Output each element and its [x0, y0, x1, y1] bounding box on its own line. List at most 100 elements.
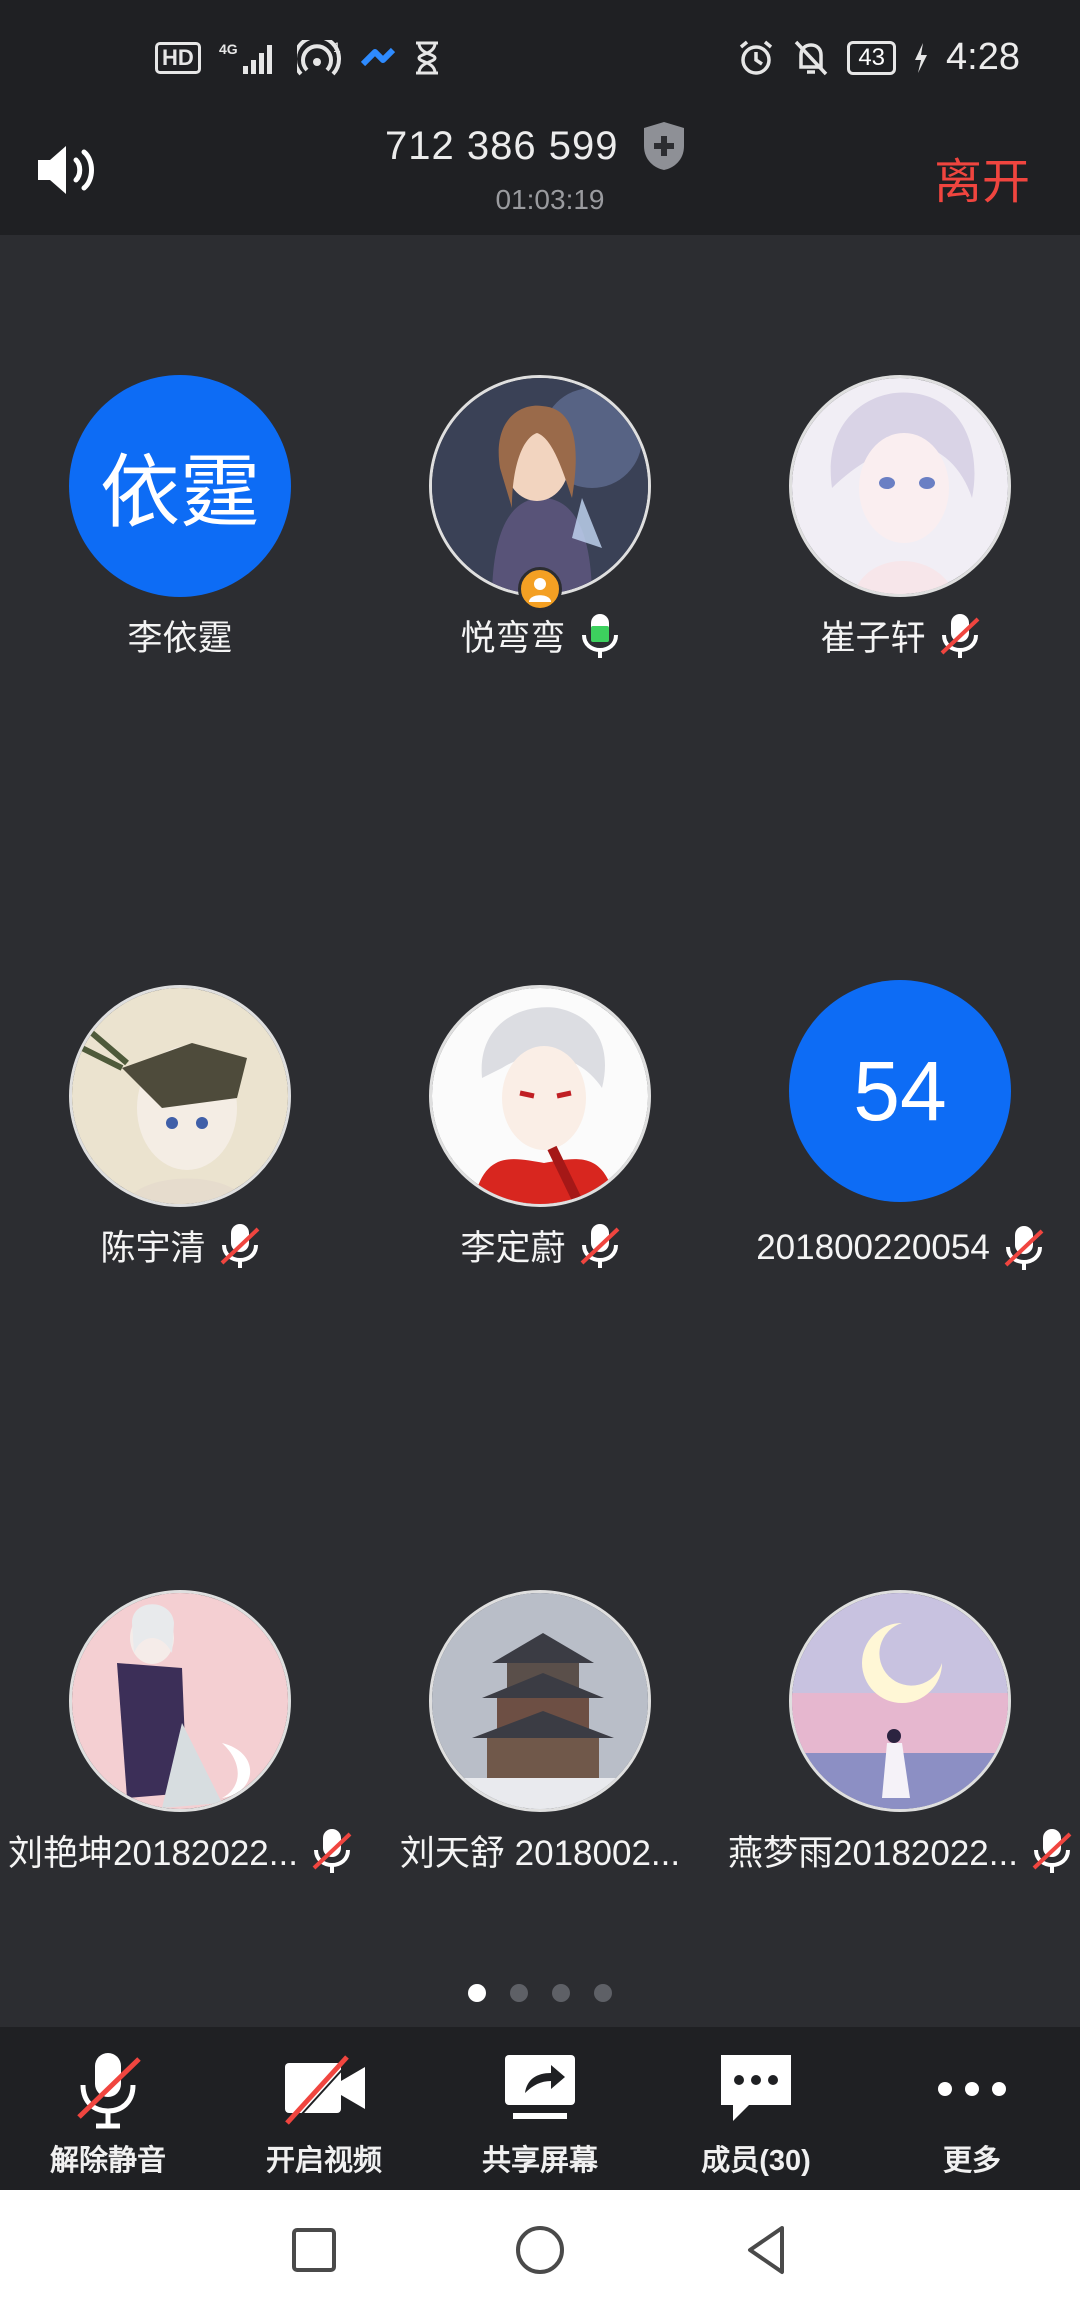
- avatar-image: [432, 378, 648, 594]
- recents-icon[interactable]: [286, 2222, 342, 2278]
- participant-name: 刘天舒 2018002...: [399, 1834, 681, 1873]
- participant-tile[interactable]: 刘天舒 2018002...: [360, 1450, 720, 1930]
- hd-icon: HD: [155, 42, 201, 74]
- avatar: [429, 1590, 651, 1812]
- participant-name-row: 刘艳坤20182022...: [0, 1825, 360, 1876]
- avatar-image: [792, 1593, 1008, 1809]
- participant-name-row: 陈宇清: [0, 1220, 360, 1271]
- participant-tile[interactable]: 刘艳坤20182022...: [0, 1450, 360, 1930]
- participant-name-row: 李定蔚: [360, 1220, 720, 1271]
- participant-tile[interactable]: 悦弯弯: [360, 235, 720, 715]
- more-label: 更多: [942, 2145, 1001, 2177]
- participant-tile[interactable]: 李定蔚: [360, 845, 720, 1325]
- avatar: [429, 985, 651, 1207]
- status-left: HD 4G 1: [155, 40, 441, 76]
- share-screen-button[interactable]: 共享屏幕: [432, 2027, 648, 2190]
- home-icon[interactable]: [512, 2222, 568, 2278]
- participant-name-row: 崔子轩: [720, 610, 1080, 661]
- mic-muted-icon: [77, 2053, 141, 2129]
- avatar: [429, 375, 651, 597]
- svg-text:4G: 4G: [219, 41, 238, 57]
- host-badge-icon: [518, 567, 562, 611]
- participant-tile[interactable]: 依霆 李依霆: [0, 235, 360, 715]
- leave-button[interactable]: 离开: [934, 142, 1030, 212]
- status-right: 43 4:28: [737, 36, 1020, 79]
- avatar: [69, 985, 291, 1207]
- clock: 4:28: [946, 36, 1020, 78]
- more-button[interactable]: 更多: [864, 2027, 1080, 2190]
- page-dot-1[interactable]: [468, 1984, 486, 2002]
- avatar-initials: 54: [853, 1043, 947, 1138]
- participant-name: 201800220054: [756, 1228, 990, 1267]
- meeting-duration: 01:03:19: [495, 184, 605, 215]
- page-dot-3[interactable]: [552, 1984, 570, 2002]
- svg-text:1: 1: [333, 40, 341, 55]
- participant-name-row: 燕梦雨20182022...: [720, 1825, 1080, 1876]
- meeting-id-group[interactable]: 712 386 599: [385, 120, 688, 172]
- participant-tile[interactable]: 54 201800220054: [720, 845, 1080, 1325]
- charging-icon: [915, 42, 928, 73]
- battery-icon: 43: [847, 40, 897, 75]
- alarm-icon: [740, 40, 773, 75]
- meeting-header: 712 386 599 01:03:19 离开: [0, 120, 1080, 235]
- participant-name: 崔子轩: [820, 619, 926, 658]
- page-dot-2[interactable]: [510, 1984, 528, 2002]
- mic-muted-icon: [312, 1828, 352, 1873]
- start-video-button[interactable]: 开启视频: [216, 2027, 432, 2190]
- members-chat-icon: [721, 2055, 791, 2121]
- mic-on-icon: [581, 613, 618, 658]
- status-bar: HD 4G 1 43 4:28: [0, 0, 1080, 120]
- page-indicator[interactable]: [0, 1984, 1080, 2002]
- mic-muted-icon: [1004, 1226, 1044, 1270]
- mic-muted-icon: [220, 1223, 259, 1268]
- avatar: [789, 375, 1011, 597]
- avatar: 依霆: [69, 375, 291, 597]
- start-video-label: 开启视频: [265, 2145, 382, 2177]
- participant-tile[interactable]: 燕梦雨20182022...: [720, 1450, 1080, 1930]
- hourglass-icon: [415, 41, 438, 75]
- participant-tile[interactable]: 崔子轩: [720, 235, 1080, 715]
- unmute-button[interactable]: 解除静音: [0, 2027, 216, 2190]
- participant-name-row: 悦弯弯: [360, 610, 720, 661]
- security-shield-icon[interactable]: [640, 120, 688, 172]
- avatar: [69, 1590, 291, 1812]
- avatar: 54: [789, 980, 1011, 1202]
- share-screen-icon: [505, 2055, 575, 2119]
- participant-name-row: 刘天舒 2018002...: [360, 1825, 720, 1876]
- share-screen-label: 共享屏幕: [481, 2145, 598, 2177]
- app-icon: [360, 47, 395, 67]
- page-dot-4[interactable]: [594, 1984, 612, 2002]
- participant-name: 燕梦雨20182022...: [728, 1834, 1018, 1873]
- participant-name: 刘艳坤20182022...: [8, 1834, 298, 1873]
- participant-name: 悦弯弯: [460, 619, 566, 658]
- participant-name-row: 李依霆: [0, 610, 360, 661]
- avatar-image: [432, 988, 648, 1204]
- participant-name: 李依霆: [127, 619, 233, 658]
- system-nav-bar: [0, 2190, 1080, 2310]
- unmute-label: 解除静音: [49, 2145, 166, 2177]
- 4g-signal-icon: 4G: [219, 41, 272, 74]
- mic-muted-icon: [940, 613, 979, 658]
- participant-name-row: 201800220054: [720, 1225, 1080, 1271]
- avatar-image: [72, 1593, 288, 1809]
- participant-name: 李定蔚: [460, 1229, 566, 1268]
- avatar-image: [72, 988, 288, 1204]
- avatar-image: [432, 1593, 648, 1809]
- members-button[interactable]: 成员(30): [648, 2027, 864, 2190]
- participant-tile[interactable]: 陈宇清: [0, 845, 360, 1325]
- mic-muted-icon: [580, 1223, 619, 1268]
- meeting-id[interactable]: 712 386 599: [385, 124, 618, 169]
- members-label: 成员(30): [701, 2145, 811, 2177]
- mic-muted-icon: [1032, 1828, 1072, 1873]
- hotspot-icon: 1: [296, 40, 341, 76]
- participant-grid: 依霆 李依霆 悦弯弯 崔子轩 陈宇清 李定蔚 54 201800220054 刘…: [0, 235, 1080, 2025]
- back-icon[interactable]: [738, 2222, 794, 2278]
- bell-off-icon: [795, 40, 828, 75]
- avatar-initials: 依霆: [100, 448, 260, 537]
- more-icon: [938, 2082, 1006, 2096]
- meeting-toolbar: 解除静音 开启视频 共享屏幕 成员(30) 更多: [0, 2027, 1080, 2190]
- avatar-image: [792, 378, 1008, 594]
- avatar: [789, 1590, 1011, 1812]
- participant-name: 陈宇清: [100, 1229, 206, 1268]
- video-off-icon: [285, 2055, 365, 2127]
